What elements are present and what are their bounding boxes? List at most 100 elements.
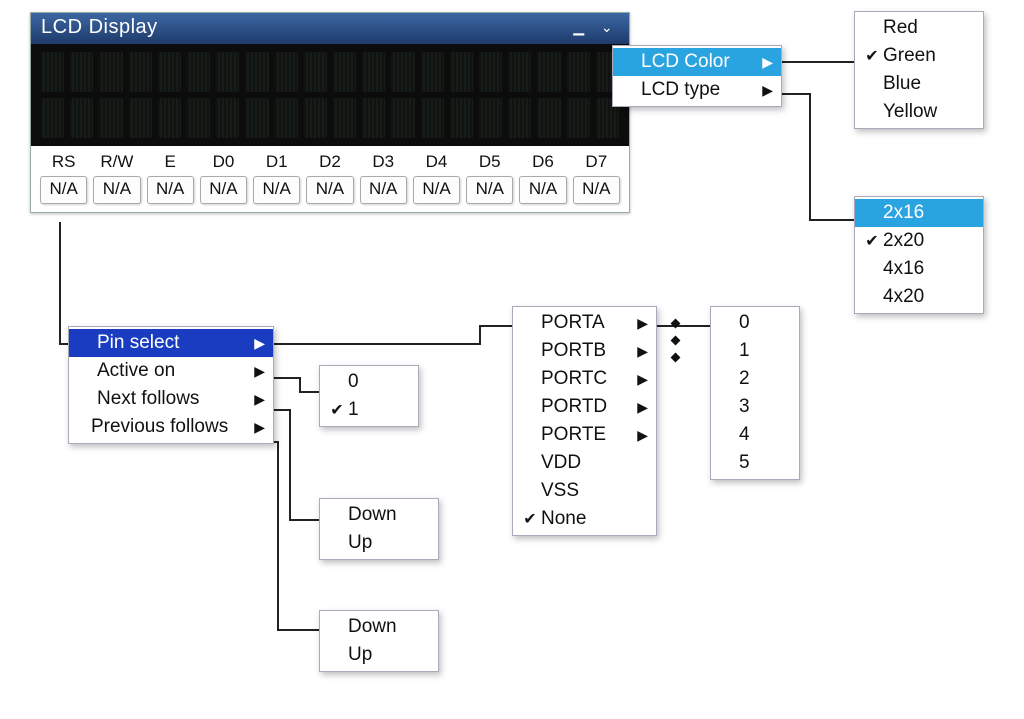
pin-button[interactable]: N/A xyxy=(519,176,566,204)
menu-item[interactable]: VSS xyxy=(513,477,656,505)
menu-item-label: Red xyxy=(883,17,975,39)
menu-item[interactable]: PORTD▶ xyxy=(513,393,656,421)
menu-item[interactable]: Down xyxy=(320,501,438,529)
menu-item[interactable]: 4x16 xyxy=(855,255,983,283)
menu-item-label: Down xyxy=(348,616,430,638)
menu-item[interactable]: Up xyxy=(320,529,438,557)
pin-row: RSN/AR/WN/AEN/AD0N/AD1N/AD2N/AD3N/AD4N/A… xyxy=(31,146,629,212)
menu-item-label: Next follows xyxy=(97,388,246,410)
lcd-cell xyxy=(421,98,444,138)
check-icon: ✔ xyxy=(519,509,541,529)
pin-column: D6N/A xyxy=(516,150,569,210)
lcd-cell xyxy=(275,52,298,92)
pin-button[interactable]: N/A xyxy=(413,176,460,204)
lcd-title-text: LCD Display xyxy=(41,16,158,39)
expand-icon[interactable]: ⌄ xyxy=(595,18,619,38)
pin-button[interactable]: N/A xyxy=(40,176,87,204)
menu-item-label: Blue xyxy=(883,73,975,95)
menu-item[interactable]: Up xyxy=(320,641,438,669)
pin-label: E xyxy=(144,150,197,174)
lcd-cell xyxy=(391,52,414,92)
pin-label: D3 xyxy=(357,150,410,174)
minimize-icon[interactable]: ▁ xyxy=(567,18,591,38)
menu-item[interactable]: 2 xyxy=(711,365,799,393)
lcd-cell xyxy=(362,98,385,138)
pin-label: D7 xyxy=(570,150,623,174)
pin-button[interactable]: N/A xyxy=(360,176,407,204)
menu-item-label: Yellow xyxy=(883,101,975,123)
lcd-screen xyxy=(31,44,629,146)
menu-item[interactable]: 5 xyxy=(711,449,799,477)
menu-item-label: None xyxy=(541,508,648,530)
lcd-cell xyxy=(304,98,327,138)
lcd-cell xyxy=(479,98,502,138)
menu-item[interactable]: 4x20 xyxy=(855,283,983,311)
lcd-cell xyxy=(216,98,239,138)
menu-item[interactable]: Next follows▶ xyxy=(69,385,273,413)
menu-item[interactable]: Blue xyxy=(855,70,983,98)
menu-item[interactable]: Down xyxy=(320,613,438,641)
pin-button[interactable]: N/A xyxy=(93,176,140,204)
pin-label: R/W xyxy=(90,150,143,174)
pin-button[interactable]: N/A xyxy=(147,176,194,204)
lcd-cell xyxy=(129,52,152,92)
lcd-cell xyxy=(245,52,268,92)
lcd-cell xyxy=(450,52,473,92)
menu-item-label: Active on xyxy=(97,360,246,382)
menu-item[interactable]: ✔Green xyxy=(855,42,983,70)
lcd-cell xyxy=(158,98,181,138)
lcd-cell xyxy=(333,52,356,92)
chevron-right-icon: ▶ xyxy=(254,335,265,352)
pin-column: R/WN/A xyxy=(90,150,143,210)
lcd-cell xyxy=(567,98,590,138)
menu-item-label: VDD xyxy=(541,452,648,474)
chevron-right-icon: ▶ xyxy=(254,363,265,380)
menu-item[interactable]: Pin select▶ xyxy=(69,329,273,357)
menu-item[interactable]: 3 xyxy=(711,393,799,421)
menu-item[interactable]: 0 xyxy=(711,309,799,337)
menu-item-label: 3 xyxy=(739,396,791,418)
pin-column: D7N/A xyxy=(570,150,623,210)
lcd-title-bar[interactable]: LCD Display ▁ ⌄ xyxy=(31,13,629,44)
lcd-display-panel: LCD Display ▁ ⌄ RSN/AR/WN/AEN/AD0N/AD1N/… xyxy=(30,12,630,213)
lcd-cell xyxy=(187,52,210,92)
pin-label: D6 xyxy=(516,150,569,174)
menu-item[interactable]: VDD xyxy=(513,449,656,477)
menu-item[interactable]: 0 xyxy=(320,368,418,396)
menu-item[interactable]: PORTA▶ xyxy=(513,309,656,337)
menu-item[interactable]: Active on ▶ xyxy=(69,357,273,385)
menu-item[interactable]: PORTE▶ xyxy=(513,421,656,449)
pin-button[interactable]: N/A xyxy=(200,176,247,204)
menu-item-label: PORTC xyxy=(541,368,629,390)
pin-button[interactable]: N/A xyxy=(466,176,513,204)
menu-item[interactable]: PORTB▶ xyxy=(513,337,656,365)
menu-item[interactable]: LCD Color▶ xyxy=(613,48,781,76)
menu-item-label: Green xyxy=(883,45,975,67)
menu-item[interactable]: Previous follows▶ xyxy=(69,413,273,441)
lcd-cell xyxy=(245,98,268,138)
pin-button[interactable]: N/A xyxy=(306,176,353,204)
menu-item-label: LCD type xyxy=(641,79,754,101)
menu-item[interactable]: LCD type▶ xyxy=(613,76,781,104)
lcd-cell xyxy=(567,52,590,92)
pin-button[interactable]: N/A xyxy=(573,176,620,204)
menu-item-label: PORTA xyxy=(541,312,629,334)
menu-item-label: Down xyxy=(348,504,430,526)
menu-item[interactable]: 1 xyxy=(711,337,799,365)
check-icon: ✔ xyxy=(326,400,348,420)
menu-item[interactable]: ✔2x20 xyxy=(855,227,983,255)
pin-context-menu: Pin select▶Active on▶Next follows▶Previo… xyxy=(68,326,274,444)
menu-item[interactable]: 4 xyxy=(711,421,799,449)
menu-item[interactable]: ✔None xyxy=(513,505,656,533)
lcd-type-menu: 2x16✔2x204x164x20 xyxy=(854,196,984,314)
menu-item[interactable]: Yellow xyxy=(855,98,983,126)
menu-item[interactable]: ✔1 xyxy=(320,396,418,424)
menu-item-label: 5 xyxy=(739,452,791,474)
menu-item[interactable]: 2x16 xyxy=(855,199,983,227)
lcd-row xyxy=(41,52,619,92)
menu-item[interactable]: Red xyxy=(855,14,983,42)
lcd-cell xyxy=(70,52,93,92)
menu-item[interactable]: PORTC▶ xyxy=(513,365,656,393)
menu-item-label: 2 xyxy=(739,368,791,390)
pin-button[interactable]: N/A xyxy=(253,176,300,204)
